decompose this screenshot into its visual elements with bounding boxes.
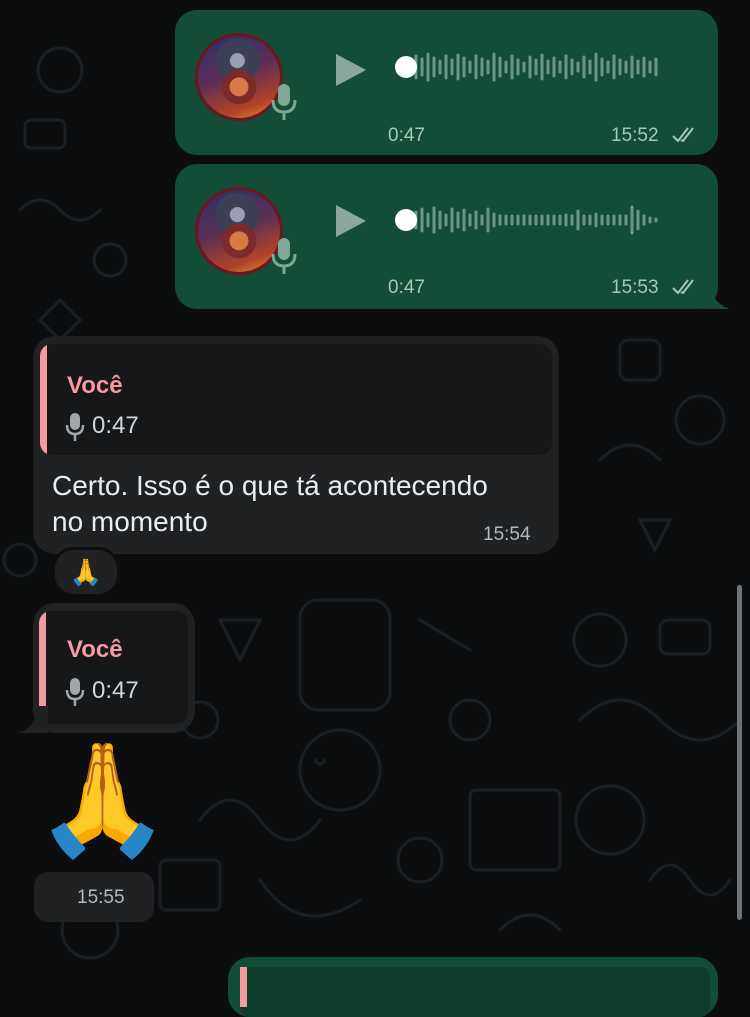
microphone-icon <box>65 413 85 441</box>
scrollbar[interactable] <box>737 585 742 920</box>
play-icon[interactable] <box>330 201 370 241</box>
quote-accent-bar <box>240 967 247 1007</box>
next-message-bubble[interactable] <box>228 957 718 1017</box>
microphone-icon <box>271 84 297 120</box>
emoji-message[interactable]: 🙏 <box>34 737 171 863</box>
timestamp-pill: 15:55 <box>34 872 154 922</box>
voice-message-bubble[interactable]: 0:47 15:53 <box>175 164 718 309</box>
voice-message-bubble[interactable]: 0:47 15:52 <box>175 10 718 155</box>
message-time: 15:53 <box>611 277 659 298</box>
quoted-message[interactable]: Você 0:47 <box>39 611 188 724</box>
voice-duration: 0:47 <box>388 125 425 146</box>
quoted-message[interactable]: Você 0:47 <box>40 344 552 455</box>
quote-duration: 0:47 <box>92 412 139 439</box>
bubble-tail <box>18 706 48 733</box>
quote-sender-name: Você <box>67 372 123 399</box>
message-text: Certo. Isso é o que tá acontecendo no mo… <box>52 468 488 540</box>
bubble-tail <box>700 282 730 309</box>
incoming-message-bubble[interactable]: Você 0:47 Certo. Isso é o que tá acontec… <box>33 336 559 554</box>
quote-sender-name: Você <box>67 636 123 663</box>
quote-duration: 0:47 <box>92 677 139 704</box>
reaction-badge[interactable]: 🙏 <box>52 547 120 597</box>
quoted-message <box>240 967 710 1017</box>
message-time: 15:52 <box>611 125 659 146</box>
double-check-icon <box>672 279 694 295</box>
quote-accent-bar <box>40 344 47 455</box>
message-text-line: no momento <box>52 506 208 537</box>
microphone-icon <box>271 238 297 274</box>
message-time: 15:55 <box>77 887 125 908</box>
double-check-icon <box>672 127 694 143</box>
waveform[interactable] <box>390 50 690 84</box>
voice-duration: 0:47 <box>388 277 425 298</box>
message-time: 15:54 <box>483 524 531 545</box>
play-icon[interactable] <box>330 50 370 90</box>
incoming-message-bubble[interactable]: Você 0:47 <box>33 603 195 733</box>
waveform[interactable] <box>390 203 690 237</box>
microphone-icon <box>65 678 85 706</box>
message-text-line: Certo. Isso é o que tá acontecendo <box>52 470 488 501</box>
